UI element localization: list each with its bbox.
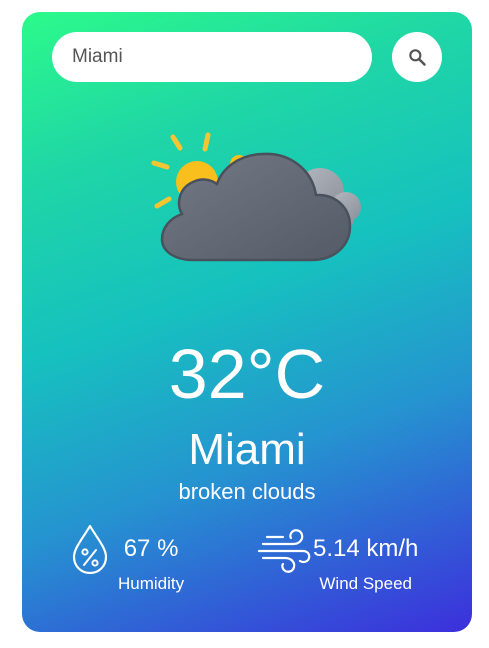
search-button[interactable] (392, 32, 442, 82)
humidity-stat: 67 % Humidity (70, 522, 184, 594)
humidity-drop-icon (72, 524, 108, 575)
city-name: Miami (188, 425, 306, 474)
weather-description: broken clouds (178, 479, 316, 504)
weather-card: 32°C Miami broken clouds 67 % Humidity 5… (22, 12, 472, 632)
wind-speed-label: Wind Speed (319, 574, 412, 593)
temperature: 32°C (168, 335, 326, 413)
wind-icon (257, 529, 311, 573)
broken-clouds-icon (151, 132, 361, 262)
search-input[interactable] (52, 32, 372, 82)
humidity-label: Humidity (118, 574, 185, 593)
search-icon (409, 49, 426, 66)
wind-stat: 5.14 km/h Wind Speed (257, 522, 418, 594)
humidity-value: 67 % (123, 535, 179, 562)
wind-speed-value: 5.14 km/h (313, 535, 419, 562)
